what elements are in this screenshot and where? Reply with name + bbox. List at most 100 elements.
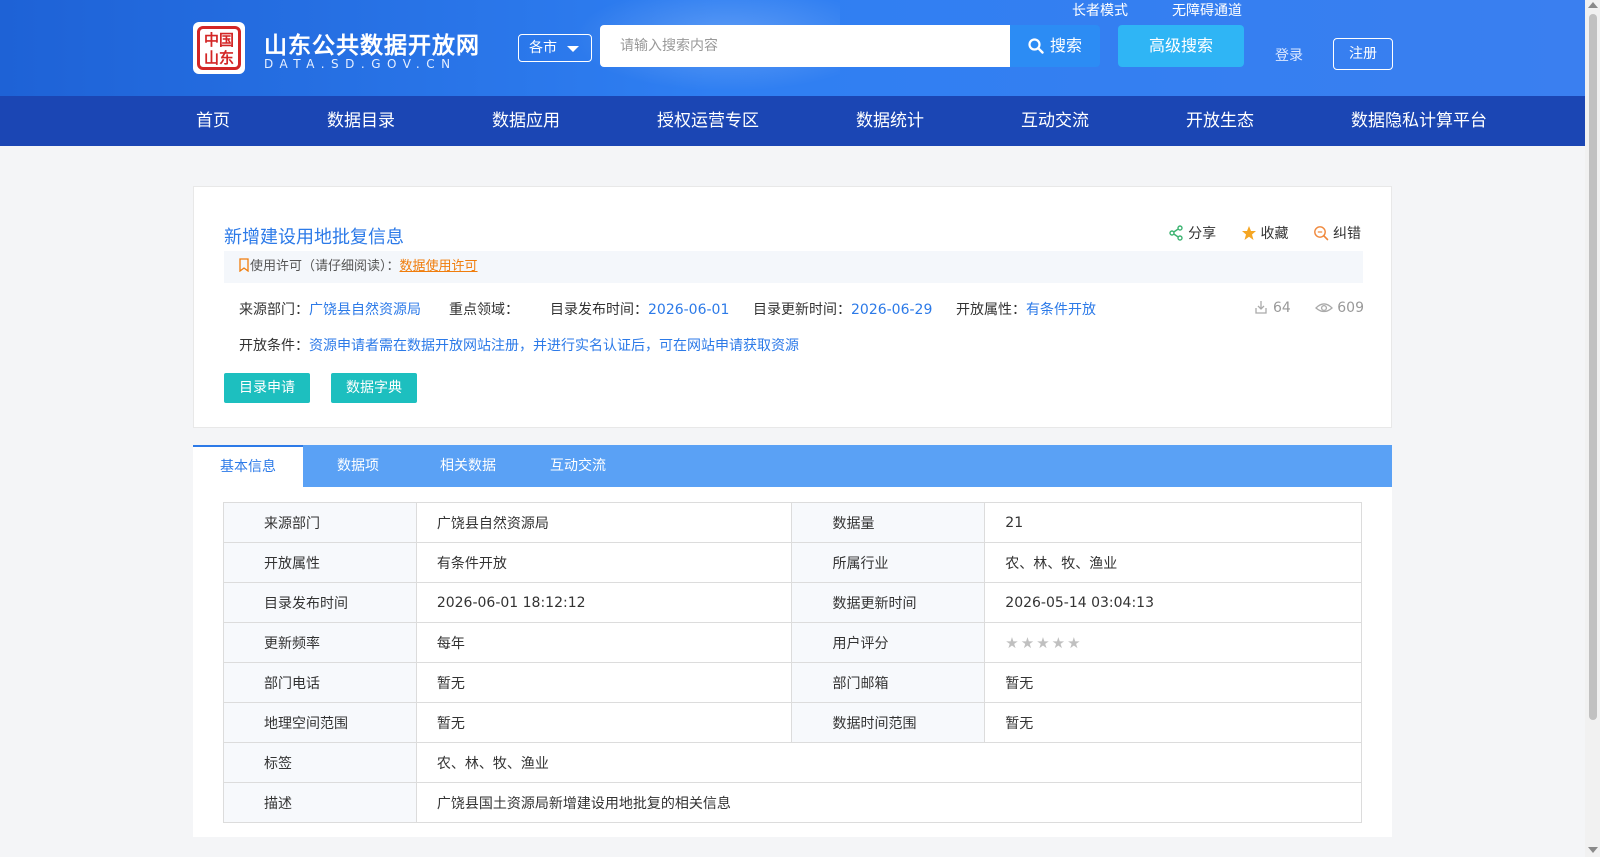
site-logo[interactable]: 中国 山东 <box>193 22 245 74</box>
site-domain: DATA.SD.GOV.CN <box>264 57 457 71</box>
tab-basic-info[interactable]: 基本信息 <box>193 445 303 487</box>
dataset-actions: 分享 收藏 纠错 <box>1148 223 1361 243</box>
info-value: 暂无 <box>415 662 793 703</box>
site-header: 中国山东 山东公共数据开放网 DATA.SD.GOV.CN 各市 搜索 高级搜索… <box>0 0 1585 96</box>
star-icon[interactable]: ★ <box>1005 634 1018 652</box>
table-row: 标签 农、林、牧、渔业 <box>223 742 1363 783</box>
search-icon <box>1028 38 1044 54</box>
publish-time-label: 目录发布时间： <box>550 302 648 318</box>
user-rating: ★ ★ ★ ★ ★ <box>984 622 1362 663</box>
basic-info-table: 来源部门 广饶县自然资源局 数据量 21 开放属性 有条件开放 所属行业 农、林… <box>223 502 1363 823</box>
info-key: 目录发布时间 <box>223 582 417 623</box>
search-button-label: 搜索 <box>1049 36 1082 55</box>
table-row: 来源部门 广饶县自然资源局 数据量 21 <box>223 502 1362 543</box>
accessibility-link[interactable]: 无障碍通道 <box>1172 0 1242 20</box>
info-key: 部门邮箱 <box>791 662 986 703</box>
download-icon <box>1255 301 1267 314</box>
nav-item-catalog[interactable]: 数据目录 <box>327 96 395 146</box>
tag-value: 农、林、牧、渔业 <box>415 742 1363 783</box>
catalog-apply-button[interactable]: 目录申请 <box>224 373 310 403</box>
info-key: 数据时间范围 <box>791 702 986 743</box>
search-button[interactable]: 搜索 <box>1010 25 1100 67</box>
dataset-counts: 64 609 <box>1233 299 1364 316</box>
table-row: 部门电话 暂无 部门邮箱 暂无 <box>223 662 1362 703</box>
favorite-button[interactable]: 收藏 <box>1241 223 1289 243</box>
open-attribute: 开放属性：有条件开放 <box>956 299 1096 319</box>
info-value: 每年 <box>415 622 793 663</box>
star-icon[interactable]: ★ <box>1067 634 1080 652</box>
nav-item-statistics[interactable]: 数据统计 <box>856 96 924 146</box>
info-value: 广饶县自然资源局 <box>415 502 793 543</box>
share-icon <box>1169 225 1183 241</box>
info-value: 2026-05-14 03:04:13 <box>984 582 1362 623</box>
main-nav: 首页 数据目录 数据应用 授权运营专区 数据统计 互动交流 开放生态 数据隐私计… <box>0 96 1585 146</box>
star-icon[interactable]: ★ <box>1021 634 1034 652</box>
update-time-label: 目录更新时间： <box>753 302 851 318</box>
report-error-button[interactable]: 纠错 <box>1313 223 1361 243</box>
rating-stars[interactable]: ★ ★ ★ ★ ★ <box>1005 634 1082 652</box>
info-value: 暂无 <box>984 702 1362 743</box>
info-key: 用户评分 <box>791 622 986 663</box>
star-icon[interactable]: ★ <box>1036 634 1049 652</box>
nav-item-home[interactable]: 首页 <box>196 96 230 146</box>
view-count-value: 609 <box>1337 300 1364 316</box>
info-key: 数据量 <box>791 502 986 543</box>
scroll-up-arrow-icon[interactable] <box>1588 2 1598 8</box>
info-key: 部门电话 <box>223 662 417 703</box>
nav-item-apps[interactable]: 数据应用 <box>492 96 560 146</box>
city-select[interactable]: 各市 <box>518 34 592 62</box>
table-row: 开放属性 有条件开放 所属行业 农、林、牧、渔业 <box>223 542 1362 583</box>
info-value: 2026-06-01 18:12:12 <box>415 582 793 623</box>
view-count: 609 <box>1315 300 1364 316</box>
detail-tabs: 基本信息 数据项 相关数据 互动交流 <box>193 445 1392 487</box>
download-count-value: 64 <box>1272 300 1291 316</box>
scroll-down-arrow-icon[interactable] <box>1588 847 1598 853</box>
update-time: 目录更新时间：2026-06-29 <box>753 299 932 319</box>
chevron-down-icon <box>567 46 579 52</box>
nav-item-privacy-computing[interactable]: 数据隐私计算平台 <box>1351 96 1487 146</box>
report-error-label: 纠错 <box>1333 226 1361 242</box>
table-row: 目录发布时间 2026-06-01 18:12:12 数据更新时间 2026-0… <box>223 582 1362 623</box>
site-name[interactable]: 山东公共数据开放网 <box>264 26 480 60</box>
focus-area-label: 重点领域： <box>449 302 519 318</box>
share-button[interactable]: 分享 <box>1168 223 1216 243</box>
login-link[interactable]: 登录 <box>1275 45 1303 65</box>
publish-time-value: 2026-06-01 <box>648 302 730 318</box>
tab-data-items[interactable]: 数据项 <box>303 445 413 487</box>
data-dictionary-button[interactable]: 数据字典 <box>331 373 417 403</box>
open-attribute-label: 开放属性： <box>956 302 1026 318</box>
info-key: 数据更新时间 <box>791 582 986 623</box>
correction-icon <box>1314 226 1329 241</box>
description-key: 描述 <box>223 782 417 823</box>
logo-seal-icon: 中国 山东 <box>197 26 241 70</box>
table-row: 描述 广饶县国土资源局新增建设用地批复的相关信息 <box>223 782 1363 823</box>
nav-item-ecosystem[interactable]: 开放生态 <box>1186 96 1254 146</box>
star-icon[interactable]: ★ <box>1052 634 1065 652</box>
register-button[interactable]: 注册 <box>1333 38 1393 70</box>
source-dept: 来源部门：广饶县自然资源局 <box>239 299 421 319</box>
license-label: 使用许可（请仔细阅读）： <box>250 259 400 274</box>
tab-related-data[interactable]: 相关数据 <box>413 445 523 487</box>
update-time-value: 2026-06-29 <box>851 302 933 318</box>
source-dept-value[interactable]: 广饶县自然资源局 <box>309 302 421 318</box>
open-attribute-value: 有条件开放 <box>1026 302 1096 318</box>
open-condition-label: 开放条件： <box>239 338 309 354</box>
open-condition: 开放条件：资源申请者需在数据开放网站注册，并进行实名认证后，可在网站申请获取资源 <box>239 335 799 355</box>
basic-info-panel: 来源部门 广饶县自然资源局 数据量 21 开放属性 有条件开放 所属行业 农、林… <box>193 487 1392 837</box>
download-count: 64 <box>1253 300 1291 316</box>
license-link[interactable]: 数据使用许可 <box>400 259 478 274</box>
dataset-meta: 来源部门：广饶县自然资源局 重点领域： 目录发布时间：2026-06-01 目录… <box>239 299 1364 323</box>
scrollbar-thumb[interactable] <box>1589 14 1597 720</box>
search-input[interactable] <box>600 25 1011 67</box>
open-condition-value: 资源申请者需在数据开放网站注册，并进行实名认证后，可在网站申请获取资源 <box>309 338 799 354</box>
nav-item-interaction[interactable]: 互动交流 <box>1021 96 1089 146</box>
source-dept-label: 来源部门： <box>239 302 309 318</box>
elder-mode-link[interactable]: 长者模式 <box>1072 0 1128 20</box>
info-key: 所属行业 <box>791 542 986 583</box>
star-icon <box>1241 226 1256 240</box>
tab-interaction[interactable]: 互动交流 <box>523 445 633 487</box>
info-value: 暂无 <box>415 702 793 743</box>
advanced-search-button[interactable]: 高级搜索 <box>1118 25 1244 67</box>
nav-item-authorized-ops[interactable]: 授权运营专区 <box>657 96 759 146</box>
info-value: 21 <box>984 502 1362 543</box>
